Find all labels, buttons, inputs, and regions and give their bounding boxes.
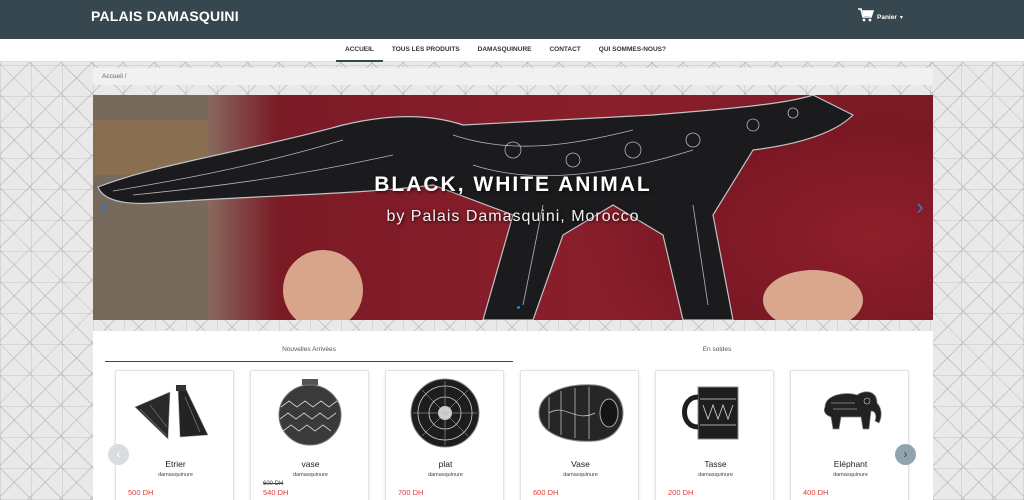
brand-logo[interactable]: PALAIS DAMASQUINI [91,8,239,24]
product-price: 540 DH [263,488,289,497]
product-card[interactable]: Etrier damasquinure 500 DH [115,370,234,500]
tab-en-soldes[interactable]: En soldes [513,345,921,362]
nav-tous-les-produits[interactable]: TOUS LES PRODUITS [383,39,469,62]
product-card[interactable]: vase damasquinure 600 DH 540 DH [250,370,369,500]
product-category: damasquinure [293,472,328,478]
product-price: 200 DH [668,488,694,497]
product-price: 400 DH [803,488,829,497]
products-panel: Nouvelles Arrivées En soldes Etrier dama… [93,331,933,500]
product-card[interactable]: Vase damasquinure 600 DH [520,370,639,500]
chevron-right-icon[interactable]: › [912,195,928,219]
product-category: damasquinure [563,472,598,478]
cart-button[interactable]: Panier ▾ [858,7,903,27]
carousel-indicator[interactable] [517,306,520,309]
product-price: 700 DH [398,488,424,497]
carousel-next-button[interactable]: › [895,444,916,465]
round-vase-icon [278,379,342,446]
cart-icon [858,7,875,27]
product-price: 500 DH [128,488,154,497]
product-name: vase [301,459,320,469]
elephant-icon [823,391,882,430]
product-category: damasquinure [428,472,463,478]
top-header: PALAIS DAMASQUINI Panier ▾ [0,0,1024,39]
plate-icon [410,378,480,448]
nav-qui-sommes-nous[interactable]: QUI SOMMES-NOUS? [590,39,675,62]
chevron-left-icon[interactable]: ‹ [96,195,112,219]
product-name: plat [438,459,453,469]
mug-icon [682,386,739,440]
product-name: Vase [571,459,590,469]
product-card[interactable]: Tasse damasquinure 200 DH [655,370,774,500]
product-category: damasquinure [698,472,733,478]
product-name: Eléphant [833,459,868,469]
product-name: Etrier [165,459,186,469]
hero-title: BLACK, WHITE ANIMAL [374,173,652,196]
product-old-price: 600 DH [263,481,284,487]
main-nav: ACCUEIL TOUS LES PRODUITS DAMASQUINURE C… [0,39,1024,62]
nav-contact[interactable]: CONTACT [540,39,589,62]
product-category: damasquinure [833,472,868,478]
tab-nouvelles-arrivees[interactable]: Nouvelles Arrivées [105,345,513,362]
product-card[interactable]: Eléphant damasquinure 400 DH [790,370,909,500]
breadcrumb[interactable]: Accueil / [93,68,933,85]
nav-accueil[interactable]: ACCUEIL [336,39,383,62]
hero-carousel: BLACK, WHITE ANIMAL by Palais Damasquini… [93,95,933,320]
stirrup-icon [134,385,209,440]
product-name: Tasse [704,459,727,469]
product-card[interactable]: plat damasquinure 700 DH [385,370,504,500]
oval-vase-icon [538,384,624,442]
nav-damasquinure[interactable]: DAMASQUINURE [469,39,541,62]
chevron-down-icon: ▾ [899,14,903,21]
carousel-prev-button[interactable]: ‹ [108,444,129,465]
product-category: damasquinure [158,472,193,478]
hero-subtitle: by Palais Damasquini, Morocco [386,208,640,225]
product-price: 600 DH [533,488,559,497]
cart-label: Panier [877,13,897,21]
